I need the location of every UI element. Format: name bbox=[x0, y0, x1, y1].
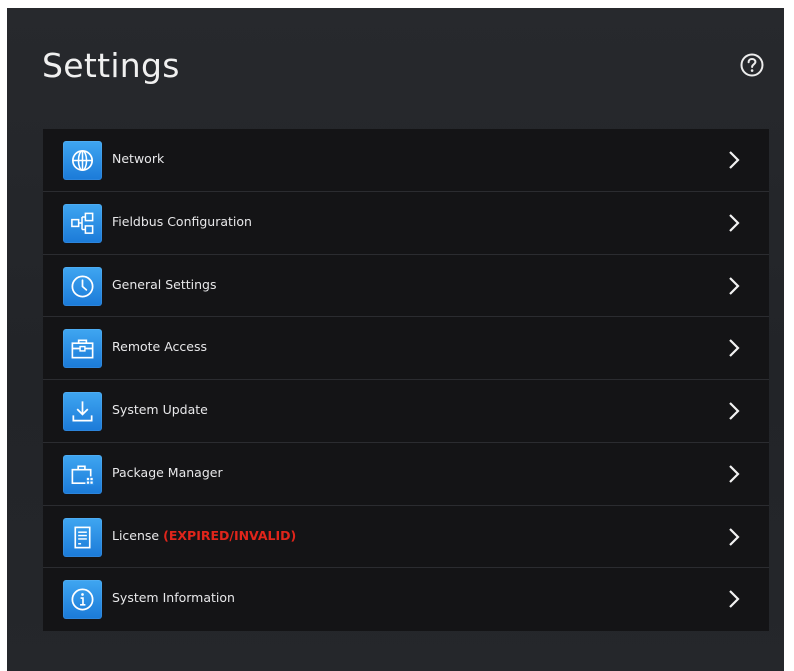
settings-item-general-settings[interactable]: General Settings bbox=[43, 255, 769, 318]
license-tile bbox=[63, 517, 102, 557]
settings-item-system-information[interactable]: System Information bbox=[43, 568, 769, 631]
help-circle-icon bbox=[740, 53, 764, 77]
globe-icon bbox=[71, 149, 94, 172]
info-icon bbox=[71, 588, 94, 611]
general-settings-tile bbox=[63, 266, 102, 306]
settings-item-label: Remote Access bbox=[112, 339, 207, 355]
toolbox-icon bbox=[71, 339, 94, 359]
chevron-right-icon bbox=[729, 339, 740, 358]
chevron-right-icon bbox=[729, 151, 740, 169]
chevron-right-icon bbox=[729, 590, 740, 609]
settings-item-label: License (EXPIRED/INVALID) bbox=[112, 528, 296, 543]
chevron-right-icon bbox=[729, 527, 740, 546]
license-icon bbox=[74, 526, 91, 548]
package-icon bbox=[71, 465, 95, 485]
chevron-right-icon bbox=[729, 276, 740, 295]
settings-item-label: Network bbox=[112, 151, 165, 166]
settings-panel: Settings Network Fieldbus Configuration … bbox=[7, 8, 784, 671]
settings-item-label: General Settings bbox=[112, 276, 217, 292]
fieldbus-tile bbox=[63, 203, 102, 243]
fieldbus-icon bbox=[71, 212, 94, 234]
header: Settings bbox=[7, 8, 784, 118]
system-information-tile bbox=[63, 580, 102, 620]
system-update-tile bbox=[63, 392, 102, 431]
settings-list: Network Fieldbus Configuration General S… bbox=[43, 129, 769, 631]
settings-item-license[interactable]: License (EXPIRED/INVALID) bbox=[43, 506, 769, 569]
settings-item-network[interactable]: Network bbox=[43, 129, 769, 192]
remote-access-tile bbox=[63, 329, 102, 369]
package-manager-tile bbox=[63, 454, 102, 494]
network-tile bbox=[63, 141, 102, 180]
settings-item-system-update[interactable]: System Update bbox=[43, 380, 769, 443]
clock-icon bbox=[71, 275, 94, 297]
license-status-warning: (EXPIRED/INVALID) bbox=[163, 527, 297, 543]
page-title: Settings bbox=[42, 46, 180, 85]
help-button[interactable] bbox=[739, 52, 765, 78]
chevron-right-icon bbox=[729, 402, 740, 420]
settings-item-fieldbus-configuration[interactable]: Fieldbus Configuration bbox=[43, 192, 769, 255]
chevron-right-icon bbox=[729, 464, 740, 483]
settings-item-remote-access[interactable]: Remote Access bbox=[43, 317, 769, 380]
download-icon bbox=[72, 401, 93, 422]
settings-item-label: System Update bbox=[112, 402, 208, 417]
settings-item-package-manager[interactable]: Package Manager bbox=[43, 443, 769, 506]
settings-item-label: Package Manager bbox=[112, 464, 223, 480]
chevron-right-icon bbox=[729, 213, 740, 232]
license-label: License bbox=[112, 527, 160, 543]
settings-item-label: System Information bbox=[112, 590, 235, 606]
settings-item-label: Fieldbus Configuration bbox=[112, 213, 252, 229]
